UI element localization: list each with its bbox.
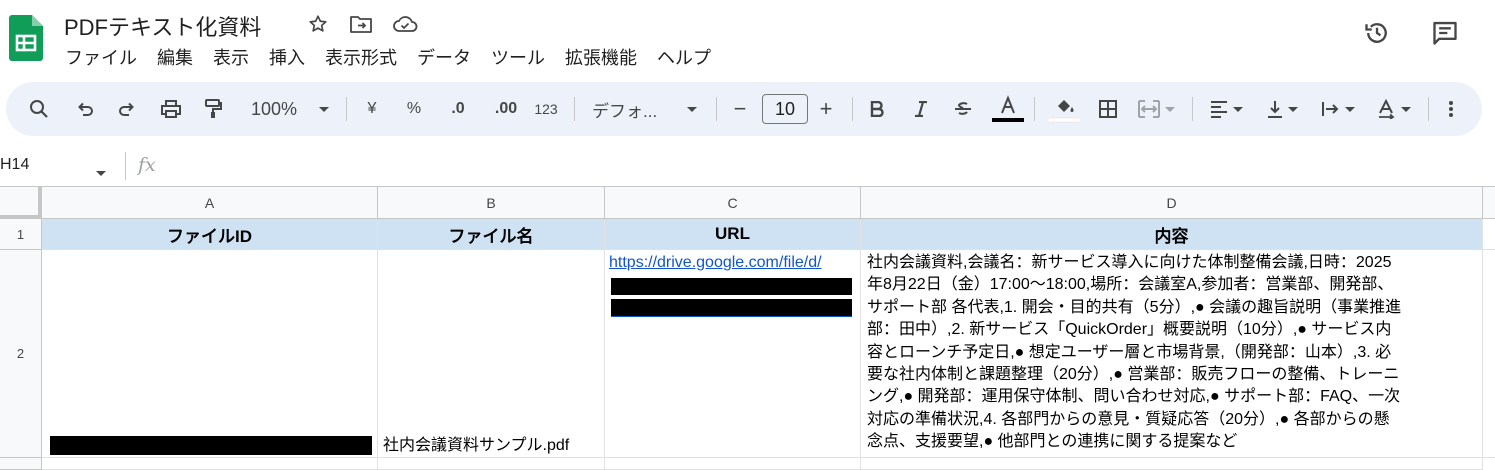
zoom-select[interactable]: 100% bbox=[244, 94, 304, 124]
formula-divider bbox=[125, 152, 126, 180]
text-rotation-icon[interactable] bbox=[1374, 94, 1414, 124]
cell-a2[interactable] bbox=[42, 250, 378, 458]
content-line: ング,● 開発部：運用保守体制、問い合わせ対応,● サポート部：FAQ、一次 bbox=[867, 388, 1401, 406]
content-line: 要な社内体制と課題整理（20分）,● 営業部：販売フローの整備、トレーニ bbox=[867, 366, 1400, 384]
more-vert-icon[interactable] bbox=[1442, 94, 1460, 124]
decrease-font-size-button[interactable]: − bbox=[728, 94, 752, 124]
sheets-logo[interactable] bbox=[9, 15, 43, 61]
cell-b2[interactable]: 社内会議資料サンプル.pdf bbox=[378, 250, 605, 458]
column-header-d[interactable]: D bbox=[861, 187, 1483, 219]
comment-icon[interactable] bbox=[1430, 18, 1460, 48]
font-family-caret[interactable] bbox=[684, 94, 700, 124]
more-formats-button[interactable]: 123 bbox=[532, 94, 560, 124]
row-header-3[interactable] bbox=[0, 458, 42, 470]
search-icon[interactable] bbox=[26, 94, 52, 124]
paint-format-icon[interactable] bbox=[200, 94, 226, 124]
fx-icon: fx bbox=[138, 154, 156, 176]
document-title[interactable]: PDFテキスト化資料 bbox=[64, 10, 261, 42]
content-line: サポート部 各代表,1. 開会・目的共有（5分）,● 会議の趣旨説明（事業推進 bbox=[867, 298, 1402, 316]
text-wrap-icon[interactable] bbox=[1318, 94, 1358, 124]
redacted-url-line-2 bbox=[611, 278, 852, 295]
zoom-dropdown-caret[interactable] bbox=[316, 94, 332, 124]
decrease-decimal-button[interactable]: .0 bbox=[444, 94, 472, 124]
content-text: 社内会議資料,会議名：新サービス導入に向けた体制整備会議,日時：2025 年8月… bbox=[867, 252, 1476, 454]
currency-format-button[interactable]: ¥ bbox=[362, 94, 382, 124]
toolbar: 100% ¥ % .0 .00 123 デフォ... − 10 + bbox=[6, 82, 1482, 136]
star-icon[interactable] bbox=[305, 11, 331, 37]
cell-e2[interactable] bbox=[1483, 250, 1495, 458]
menu-edit[interactable]: 編集 bbox=[147, 45, 203, 71]
menu-file[interactable]: ファイル bbox=[55, 45, 147, 71]
select-all-corner[interactable] bbox=[0, 187, 42, 219]
content-line: 対応の準備状況,4. 各部門からの意見・質疑応答（20分）,● 各部からの懸 bbox=[867, 410, 1390, 428]
column-header-b[interactable]: B bbox=[378, 187, 605, 219]
content-line: 念点、支援要望,● 他部門との連携に関する提案など bbox=[867, 433, 1238, 451]
align-left-icon[interactable] bbox=[1206, 94, 1246, 124]
column-header-a[interactable]: A bbox=[42, 187, 378, 219]
menu-tools[interactable]: ツール bbox=[481, 45, 555, 71]
redacted-file-id bbox=[50, 436, 372, 455]
cell-a1[interactable]: ファイルID bbox=[42, 219, 378, 250]
strikethrough-icon[interactable] bbox=[952, 94, 974, 124]
row-header-2[interactable]: 2 bbox=[0, 250, 42, 458]
cloud-status-icon[interactable] bbox=[392, 11, 418, 37]
cell-d2[interactable]: 社内会議資料,会議名：新サービス導入に向けた体制整備会議,日時：2025 年8月… bbox=[861, 250, 1483, 458]
undo-icon[interactable] bbox=[72, 94, 98, 124]
text-color-icon[interactable] bbox=[992, 94, 1024, 124]
column-header-e[interactable] bbox=[1483, 187, 1495, 219]
menu-format[interactable]: 表示形式 bbox=[315, 45, 407, 71]
file-name-text: 社内会議資料サンプル.pdf bbox=[383, 437, 570, 454]
cell-d1[interactable]: 内容 bbox=[861, 219, 1483, 250]
italic-icon[interactable] bbox=[910, 94, 932, 124]
menu-help[interactable]: ヘルプ bbox=[647, 45, 721, 71]
cell-c2[interactable]: https://drive.google.com/file/d/ bbox=[605, 250, 861, 458]
column-header-c[interactable]: C bbox=[605, 187, 861, 219]
content-line: 容とローンチ予定日,● 想定ユーザー層と市場背景,（開発部：山本）,3. 必 bbox=[867, 343, 1392, 361]
history-icon[interactable] bbox=[1362, 18, 1392, 48]
menu-view[interactable]: 表示 bbox=[203, 45, 259, 71]
cell-c3[interactable] bbox=[605, 458, 861, 470]
redo-icon[interactable] bbox=[114, 94, 140, 124]
increase-decimal-button[interactable]: .00 bbox=[490, 94, 522, 124]
increase-font-size-button[interactable]: + bbox=[814, 94, 838, 124]
row-header-1[interactable]: 1 bbox=[0, 219, 42, 250]
redacted-url-line-3 bbox=[611, 299, 852, 316]
bold-icon[interactable] bbox=[866, 94, 888, 124]
content-line: 社内会議資料,会議名：新サービス導入に向けた体制整備会議,日時：2025 bbox=[867, 254, 1392, 271]
fill-color-icon[interactable] bbox=[1048, 94, 1080, 124]
content-line: 部：田中）,2. 新サービス「QuickOrder」概要説明（10分）,● サー… bbox=[867, 321, 1392, 339]
url-link[interactable]: https://drive.google.com/file/d/ bbox=[609, 254, 822, 272]
cell-d3[interactable] bbox=[861, 458, 1483, 470]
content-line: 年8月22日（金）17:00〜18:00,場所：会議室A,参加者：営業部、開発部… bbox=[867, 276, 1394, 294]
borders-icon[interactable] bbox=[1096, 94, 1120, 124]
merge-cells-icon[interactable] bbox=[1136, 94, 1176, 124]
cell-b1[interactable]: ファイル名 bbox=[378, 219, 605, 250]
move-to-folder-icon[interactable] bbox=[348, 11, 374, 37]
cell-a3[interactable] bbox=[42, 458, 378, 470]
name-box-caret[interactable] bbox=[96, 163, 106, 181]
font-size-input[interactable]: 10 bbox=[762, 94, 808, 124]
valign-bottom-icon[interactable] bbox=[1262, 94, 1302, 124]
menu-insert[interactable]: 挿入 bbox=[259, 45, 315, 71]
menu-bar: ファイル 編集 表示 挿入 表示形式 データ ツール 拡張機能 ヘルプ bbox=[55, 45, 721, 71]
url-underline bbox=[611, 316, 852, 317]
cell-e1[interactable] bbox=[1483, 219, 1495, 250]
percent-format-button[interactable]: % bbox=[404, 94, 424, 124]
cell-b3[interactable] bbox=[378, 458, 605, 470]
font-family-select[interactable]: デフォ... bbox=[592, 94, 672, 124]
menu-data[interactable]: データ bbox=[407, 45, 481, 71]
print-icon[interactable] bbox=[158, 94, 184, 124]
menu-extensions[interactable]: 拡張機能 bbox=[555, 45, 647, 71]
name-box[interactable]: H14 bbox=[0, 156, 29, 174]
cell-c1[interactable]: URL bbox=[605, 219, 861, 250]
